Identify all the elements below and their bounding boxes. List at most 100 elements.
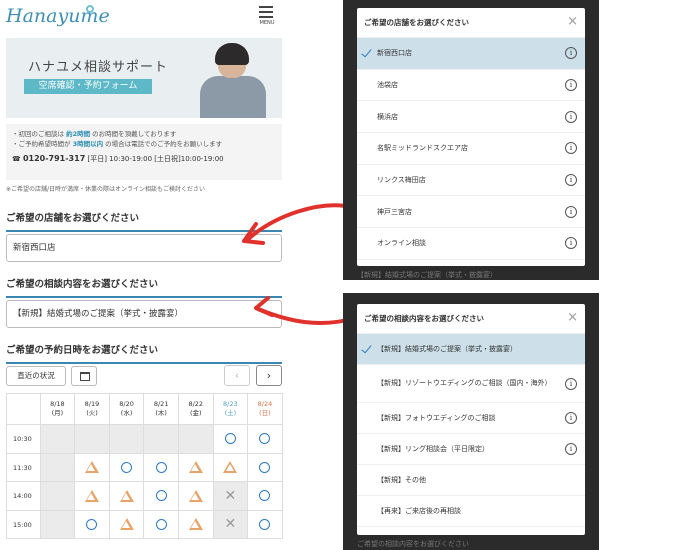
day-weekday: (火) — [86, 409, 98, 417]
menu-label: MENU — [259, 20, 275, 26]
few-left-triangle-icon — [84, 461, 99, 474]
store-option[interactable]: 名駅ミッドランドスクエア店 i — [357, 133, 585, 165]
store-option-label: 池袋店 — [377, 81, 398, 90]
store-option[interactable]: オンライン相談 i — [357, 228, 585, 260]
full-cross-icon: ✕ — [224, 516, 237, 533]
info-icon[interactable]: i — [565, 174, 577, 187]
day-header: 8/19 (火) — [75, 394, 110, 425]
time-row: 15:00 ✕ — [6, 510, 283, 539]
advisor-photo — [194, 43, 274, 118]
day-weekday: (木) — [155, 409, 167, 417]
content-option-label: 【新規】フォトウエディングのご相談 — [377, 414, 496, 422]
full-cross-icon: ✕ — [224, 487, 237, 504]
slot-circle[interactable] — [109, 453, 145, 482]
time-row: 14:00 ✕ — [6, 482, 283, 511]
content-option[interactable]: 【新規】結婚式場のご提案（挙式・披露宴） — [357, 334, 585, 365]
store-select[interactable]: 新宿西口店 — [6, 234, 282, 262]
next-week-button[interactable]: › — [256, 365, 282, 386]
content-modal-screenshot: ご希望の相談内容をお選びください ご希望の相談内容をお選びください × 【新規】… — [343, 293, 599, 550]
info-icon[interactable]: i — [565, 443, 577, 455]
site-header: Hanayume MENU — [0, 0, 290, 34]
logo-flower-icon — [86, 5, 94, 13]
store-option[interactable]: 横浜店 i — [357, 101, 585, 134]
slot-tri[interactable] — [109, 510, 145, 539]
slot-tri[interactable] — [75, 453, 110, 482]
slot-circle[interactable] — [248, 482, 283, 511]
day-date: 8/21 — [153, 400, 169, 408]
few-left-triangle-icon — [188, 461, 203, 474]
slot-circle[interactable] — [144, 482, 179, 511]
slot-circle[interactable] — [144, 510, 179, 539]
calendar-header-row: 8/18 (月) 8/19 (火) 8/20 (水) 8/21 (木) 8/22 (金) 8/23(… — [6, 394, 283, 425]
availability-calendar: 8/18 (月) 8/19 (火) 8/20 (水) 8/21 (木) 8/22 (金) 8/23(… — [6, 393, 283, 539]
content-option[interactable]: 【新規】リング相談会（平日限定） i — [357, 434, 585, 465]
info-icon[interactable]: i — [565, 47, 577, 60]
available-circle-icon — [224, 433, 236, 445]
info-line-duration: ・初回のご相談は 約2時間 のお時間を頂戴しております — [12, 130, 177, 138]
store-option-label: 新宿西口店 — [377, 49, 412, 58]
store-option[interactable]: 神戸三宮店 i — [357, 196, 585, 229]
hero-subtitle-band: 空席確認・予約フォーム — [24, 79, 152, 94]
store-option[interactable]: リンクス梅田店 i — [357, 165, 585, 197]
content-option-list: 【新規】結婚式場のご提案（挙式・披露宴） 【新規】リゾートウエディングのご相談（国… — [357, 334, 585, 527]
few-left-triangle-icon — [188, 518, 203, 531]
store-option[interactable]: 池袋店 i — [357, 70, 585, 102]
business-hours: [平日] 10:30-19:00 [土日祝]10:00-19:00 — [85, 155, 224, 163]
day-header: 8/24 (日) — [248, 394, 283, 425]
info-icon[interactable]: i — [565, 377, 577, 390]
slot-tri[interactable] — [109, 482, 145, 511]
slot-circle[interactable] — [248, 453, 283, 482]
slot-circle[interactable] — [213, 425, 249, 454]
slot-tri[interactable] — [75, 482, 110, 511]
info-icon[interactable]: i — [565, 110, 577, 123]
menu-button[interactable]: MENU — [256, 4, 278, 28]
slot-circle[interactable] — [75, 510, 110, 539]
slot-unavailable — [178, 425, 214, 454]
hero-title: ハナユメ相談サポート — [28, 60, 169, 75]
info-icon[interactable]: i — [565, 79, 577, 92]
content-option[interactable]: 【新規】フォトウエディングのご相談 i — [357, 403, 585, 434]
slot-tri[interactable] — [178, 510, 214, 539]
phone-number[interactable]: 0120-791-317 — [23, 154, 85, 163]
store-section-title: ご希望の店舗をお選びください — [6, 210, 282, 232]
content-option[interactable]: 【新規】その他 — [357, 465, 585, 496]
advisor-body — [200, 76, 266, 118]
content-option[interactable]: 【再来】ご来店後の再相談 — [357, 496, 585, 527]
slot-tri[interactable] — [213, 453, 249, 482]
few-left-triangle-icon — [188, 489, 203, 502]
recent-status-button[interactable]: 直近の状況 — [6, 366, 66, 386]
close-icon[interactable]: × — [567, 311, 578, 324]
store-modal: ご希望の店舗をお選びください × 新宿西口店 i 池袋店 i 横浜店 i 名駅ミッドランドス… — [357, 8, 585, 266]
content-select[interactable]: 【新規】結婚式場のご提案（挙式・披露宴） — [6, 300, 282, 328]
prev-week-button[interactable]: ‹ — [224, 365, 250, 386]
day-weekday: (日) — [259, 409, 271, 417]
behind-text: ご希望の相談内容をお選びください — [357, 540, 469, 548]
slot-tri[interactable] — [178, 453, 214, 482]
info-icon[interactable]: i — [565, 412, 577, 424]
hero-banner: ハナユメ相談サポート 空席確認・予約フォーム — [6, 38, 282, 118]
slot-tri[interactable] — [178, 482, 214, 511]
time-label: 10:30 — [6, 425, 41, 454]
slot-circle[interactable] — [248, 510, 283, 539]
hamburger-icon-bar — [259, 16, 273, 18]
time-label: 15:00 — [6, 510, 41, 539]
calendar-button[interactable] — [71, 366, 97, 386]
hamburger-icon-bar — [259, 11, 273, 13]
info-icon[interactable]: i — [565, 205, 577, 218]
advisor-hair — [215, 43, 249, 65]
day-date: 8/23 — [223, 400, 238, 408]
slot-unavailable — [40, 425, 76, 454]
slot-circle[interactable] — [248, 425, 283, 454]
day-date: 8/20 — [119, 400, 134, 408]
info-icon[interactable]: i — [565, 142, 577, 155]
hanayume-logo[interactable]: Hanayume — [6, 5, 110, 27]
close-icon[interactable]: × — [567, 15, 578, 28]
few-left-triangle-icon — [223, 461, 238, 474]
store-option[interactable]: 新宿西口店 i — [357, 38, 585, 70]
content-option[interactable]: 【新規】リゾートウエディングのご相談（国内・海外） i — [357, 365, 585, 403]
slot-unavailable — [144, 425, 179, 454]
slot-circle[interactable] — [144, 453, 179, 482]
day-header: 8/21 (木) — [144, 394, 179, 425]
available-circle-icon — [86, 518, 98, 530]
info-icon[interactable]: i — [565, 237, 577, 250]
